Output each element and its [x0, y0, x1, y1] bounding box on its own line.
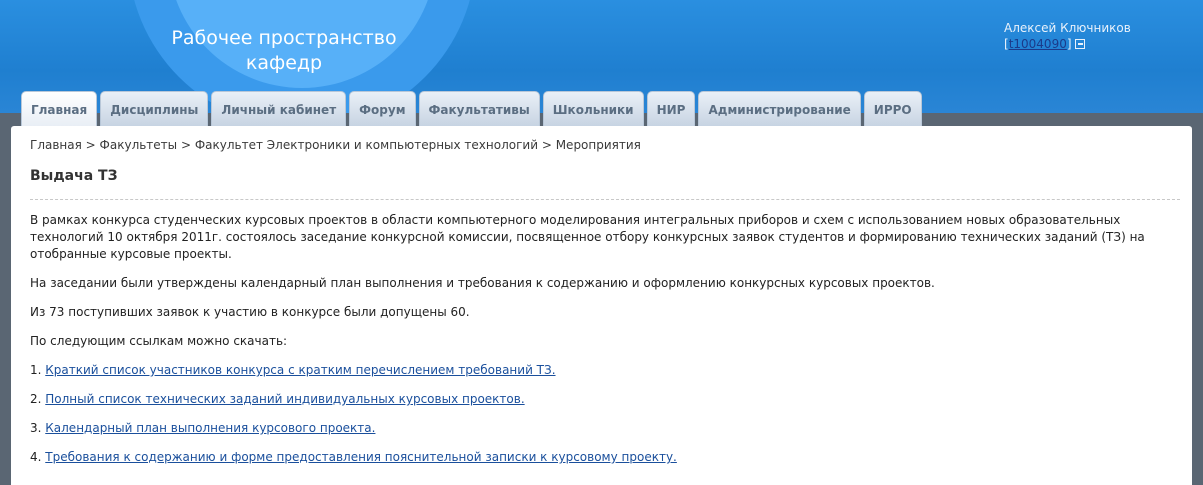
main-nav-tabs: Главная Дисциплины Личный кабинет Форум …	[21, 91, 922, 127]
user-box: Алексей Ключников [t1004090]	[1004, 20, 1131, 52]
list-item: 4. Требования к содержанию и форме предо…	[30, 449, 1185, 466]
list-number: 1.	[30, 363, 46, 377]
article-body: В рамках конкурса студенческих курсовых …	[30, 212, 1185, 478]
breadcrumb-separator: >	[81, 138, 100, 152]
user-name: Алексей Ключников	[1004, 21, 1131, 35]
breadcrumb-item-faculty[interactable]: Факультет Электроники и компьютерных тех…	[195, 138, 538, 152]
tab-electives[interactable]: Факультативы	[418, 91, 540, 127]
paragraph: В рамках конкурса студенческих курсовых …	[30, 213, 1145, 261]
tab-schoolchildren[interactable]: Школьники	[542, 91, 644, 127]
breadcrumb-separator: >	[177, 138, 195, 152]
page-title: Выдача ТЗ	[30, 168, 118, 184]
breadcrumb-item-faculties[interactable]: Факультеты	[100, 138, 178, 152]
breadcrumb-item-events: Мероприятия	[555, 138, 641, 152]
user-id-link[interactable]: t1004090	[1009, 37, 1067, 51]
list-number: 3.	[30, 421, 46, 435]
site-title-line1: Рабочее пространство	[171, 27, 397, 49]
paragraph: Из 73 поступивших заявок к участию в кон…	[30, 305, 470, 319]
user-id-row: [t1004090]	[1004, 36, 1131, 52]
tab-forum[interactable]: Форум	[349, 91, 416, 127]
breadcrumb-separator: >	[538, 138, 556, 152]
tab-irro[interactable]: ИРРО	[863, 91, 922, 127]
paragraph: По следующим ссылкам можно скачать:	[30, 334, 288, 348]
tab-disciplines[interactable]: Дисциплины	[100, 91, 209, 127]
logout-icon[interactable]	[1074, 39, 1085, 49]
download-link-schedule[interactable]: Календарный план выполнения курсового пр…	[45, 421, 375, 435]
list-item: 3. Календарный план выполнения курсового…	[30, 420, 1185, 437]
bracket-close: ]	[1066, 37, 1072, 51]
tab-personal-cabinet[interactable]: Личный кабинет	[211, 91, 347, 127]
download-link-participants[interactable]: Краткий список участников конкурса с кра…	[45, 363, 555, 377]
list-number: 2.	[30, 392, 46, 406]
list-number: 4.	[30, 450, 46, 464]
title-divider	[30, 199, 1180, 200]
breadcrumb: Главная > Факультеты > Факультет Электро…	[30, 138, 641, 152]
download-link-requirements[interactable]: Требования к содержанию и форме предоста…	[45, 450, 677, 464]
tab-home[interactable]: Главная	[21, 91, 98, 127]
main-content: Главная > Факультеты > Факультет Электро…	[11, 126, 1192, 485]
download-links: 1. Краткий список участников конкурса с …	[30, 362, 1185, 466]
site-title: Рабочее пространство кафедр	[166, 26, 402, 76]
list-item: 2. Полный список технических заданий инд…	[30, 391, 1185, 408]
list-item: 1. Краткий список участников конкурса с …	[30, 362, 1185, 379]
tab-administration[interactable]: Администрирование	[698, 91, 861, 127]
tab-research[interactable]: НИР	[646, 91, 696, 127]
download-link-tech-specs[interactable]: Полный список технических заданий индиви…	[45, 392, 524, 406]
paragraph: На заседании были утверждены календарный…	[30, 276, 935, 290]
site-title-line2: кафедр	[245, 52, 323, 74]
breadcrumb-item-home[interactable]: Главная	[30, 138, 82, 152]
